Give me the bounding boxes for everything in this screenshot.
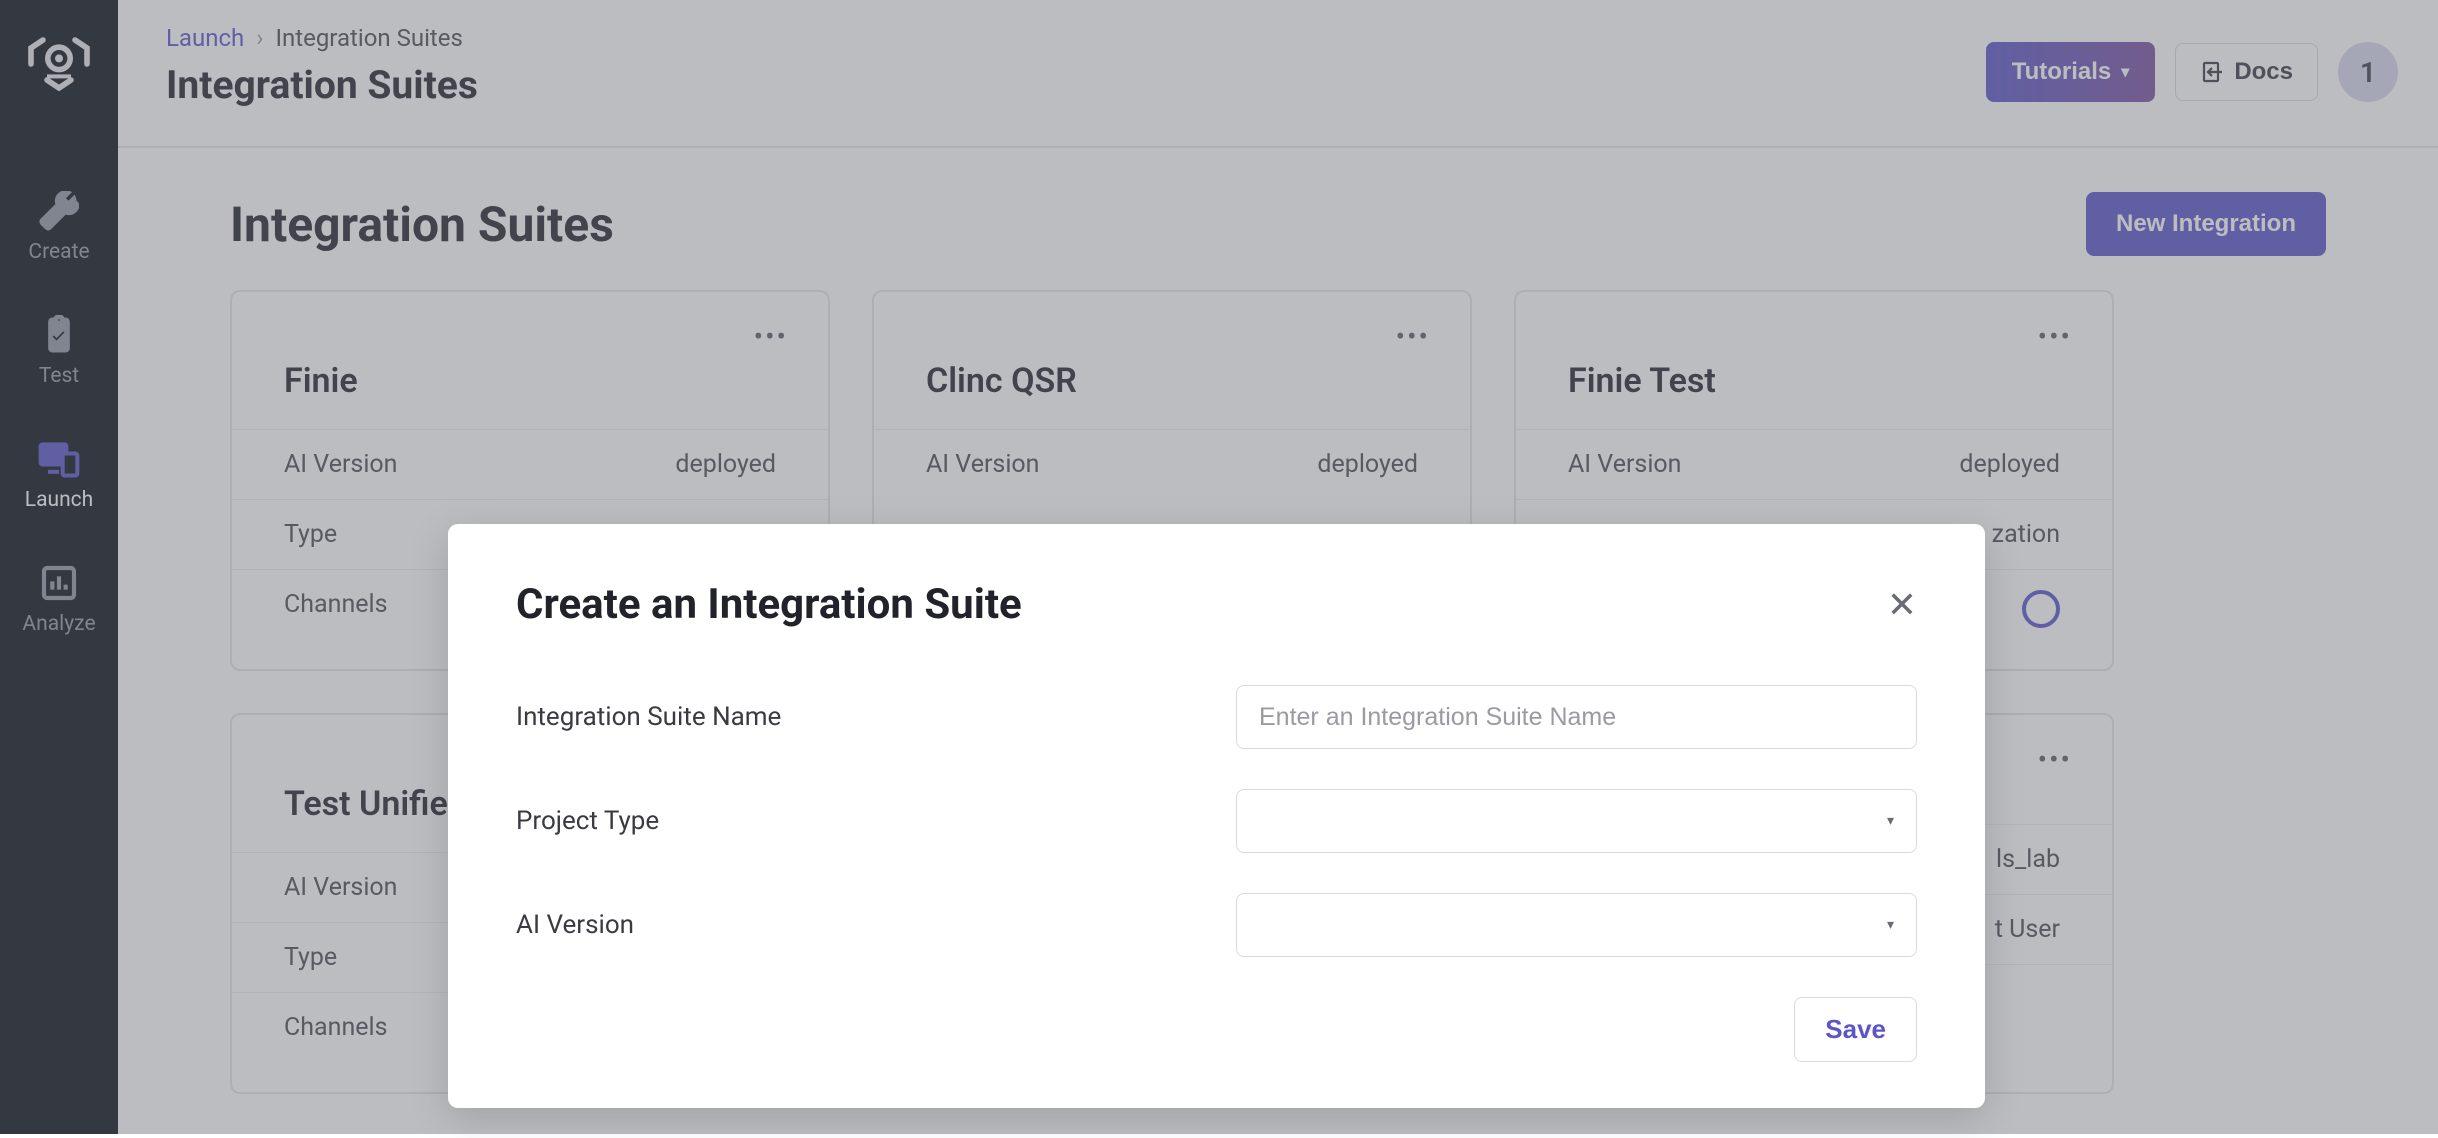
create-integration-modal: Create an Integration Suite ✕ Integratio… xyxy=(448,524,1985,1108)
save-button[interactable]: Save xyxy=(1794,997,1917,1062)
ai-version-select[interactable]: ▾ xyxy=(1236,893,1917,957)
modal-title: Create an Integration Suite xyxy=(516,580,1022,629)
close-icon[interactable]: ✕ xyxy=(1887,587,1917,623)
form-row-name: Integration Suite Name xyxy=(516,685,1917,749)
form-row-ai-version: AI Version ▾ xyxy=(516,893,1917,957)
name-label: Integration Suite Name xyxy=(516,702,1236,732)
ai-version-label: AI Version xyxy=(516,910,1236,940)
project-type-select[interactable]: ▾ xyxy=(1236,789,1917,853)
project-type-label: Project Type xyxy=(516,806,1236,836)
integration-name-input[interactable] xyxy=(1236,685,1917,749)
caret-down-icon: ▾ xyxy=(1887,917,1894,933)
caret-down-icon: ▾ xyxy=(1887,813,1894,829)
form-row-project-type: Project Type ▾ xyxy=(516,789,1917,853)
